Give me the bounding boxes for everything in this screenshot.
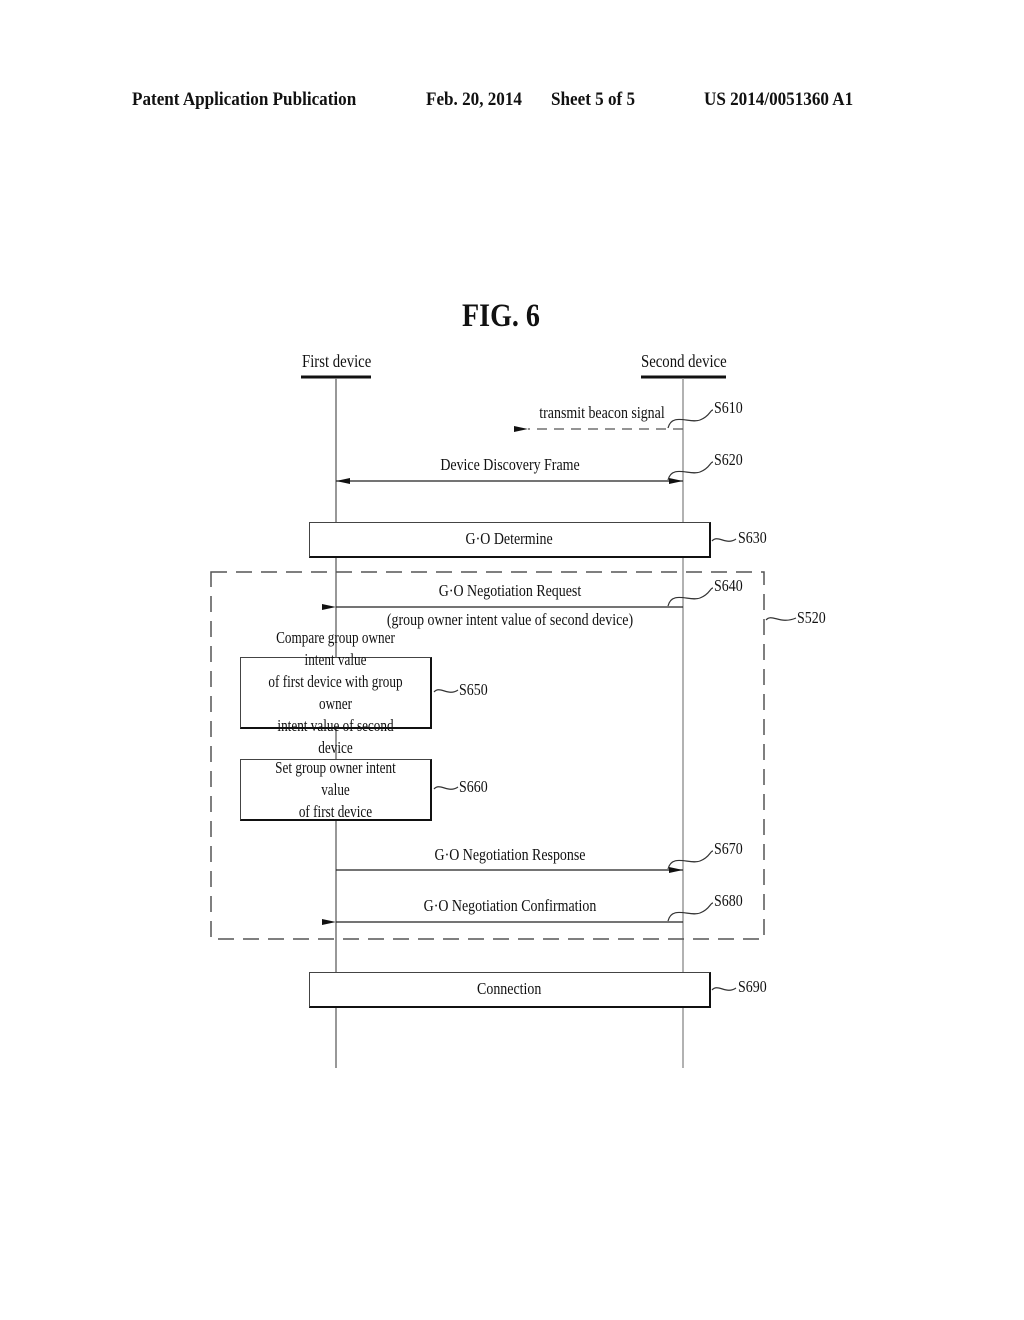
step-label-s660: S660 <box>459 777 488 796</box>
step-label-s630: S630 <box>738 528 767 547</box>
leader-s650 <box>433 689 459 693</box>
step-label-s620: S620 <box>714 450 743 469</box>
go-determine-label: G·O Determine <box>465 529 554 549</box>
step-label-s680: S680 <box>714 891 743 910</box>
leader-s670 <box>667 850 714 870</box>
process-box-set-intent: Set group owner intent value of first de… <box>240 757 432 821</box>
leader-s620 <box>667 461 714 481</box>
step-label-s520: S520 <box>797 608 826 627</box>
leader-s680 <box>667 902 714 922</box>
leader-s640 <box>667 587 714 607</box>
compare-intent-label: Compare group owner intent value of firs… <box>268 627 403 757</box>
message-sublabel-s640: (group owner intent value of second devi… <box>386 610 634 629</box>
leader-s660 <box>433 786 459 790</box>
message-label-s640: G·O Negotiation Request <box>438 581 582 600</box>
message-label-s620: Device Discovery Frame <box>440 455 580 474</box>
process-box-compare-intent: Compare group owner intent value of firs… <box>240 628 432 757</box>
leader-s520 <box>765 617 797 621</box>
leader-s630 <box>711 538 737 542</box>
message-label-s680: G·O Negotiation Confirmation <box>423 896 597 915</box>
leader-s690 <box>711 987 737 991</box>
message-label-s670: G·O Negotiation Response <box>434 845 586 864</box>
step-label-s650: S650 <box>459 680 488 699</box>
step-label-s670: S670 <box>714 839 743 858</box>
step-label-s690: S690 <box>738 977 767 996</box>
message-label-s610: transmit beacon signal <box>539 403 665 422</box>
step-label-s640: S640 <box>714 576 743 595</box>
connection-label: Connection <box>477 979 542 999</box>
process-box-connection: Connection <box>309 972 711 1008</box>
sequence-diagram <box>210 375 797 1068</box>
process-box-go-determine: G·O Determine <box>309 522 711 558</box>
set-intent-label: Set group owner intent value of first de… <box>275 757 396 821</box>
step-label-s610: S610 <box>714 398 743 417</box>
